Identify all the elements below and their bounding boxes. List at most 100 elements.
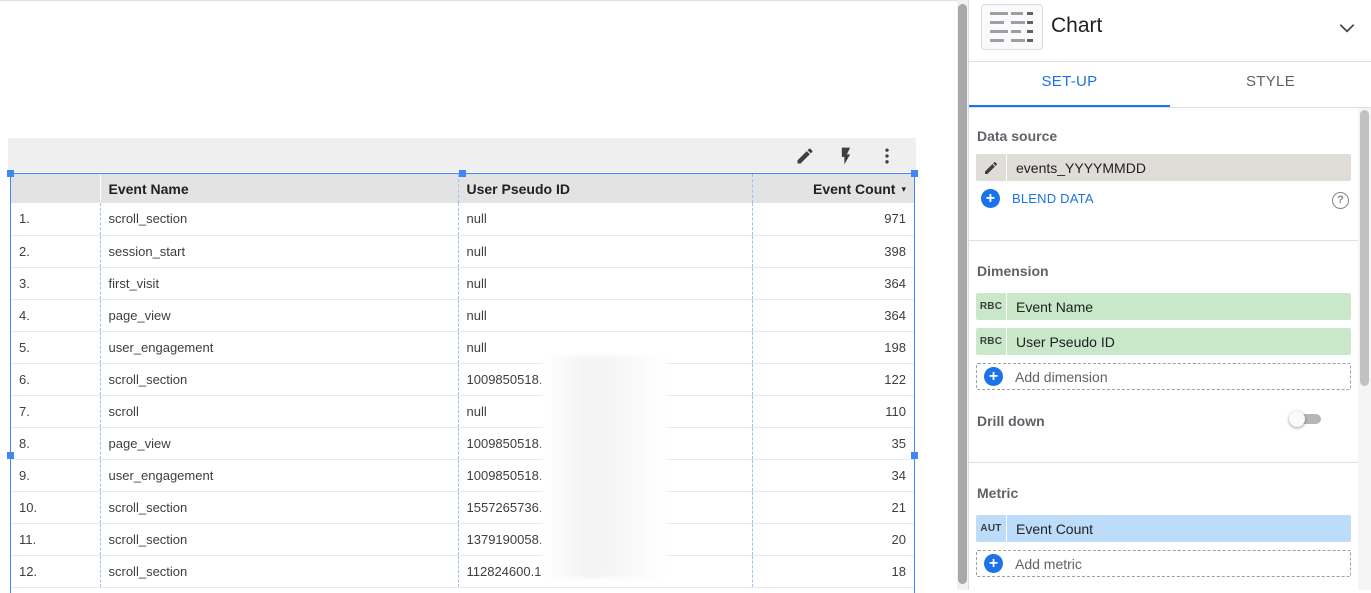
help-icon[interactable]: ? bbox=[1332, 192, 1349, 209]
add-circle-icon: + bbox=[981, 189, 1000, 208]
event-name-cell: user_engagement bbox=[99, 331, 458, 363]
panel-title: Chart bbox=[1051, 14, 1103, 37]
table-row[interactable]: 2. session_start null 398 bbox=[11, 235, 914, 267]
panel-scrollbar-thumb[interactable] bbox=[1360, 110, 1369, 386]
event-name-cell: scroll_section bbox=[99, 491, 458, 523]
pencil-icon[interactable] bbox=[976, 154, 1007, 181]
user-pseudo-id-header[interactable]: User Pseudo ID bbox=[457, 174, 752, 203]
aggregation-type-tag[interactable]: AUT bbox=[976, 515, 1007, 542]
table-body: 1. scroll_section null 971 2. session_start nu… bbox=[11, 203, 914, 587]
dimension-chip-user-pseudo-id[interactable]: RBC User Pseudo ID bbox=[976, 328, 1351, 355]
blend-data-button[interactable]: + BLEND DATA bbox=[981, 189, 1094, 208]
add-dimension-button[interactable]: + Add dimension bbox=[976, 363, 1351, 390]
tab-style[interactable]: STYLE bbox=[1170, 62, 1371, 107]
panel-scrollbar[interactable] bbox=[1358, 108, 1371, 590]
table-row[interactable]: 11. scroll_section 1379190058. 20 bbox=[11, 523, 914, 555]
redaction-blur bbox=[542, 356, 668, 578]
table-row[interactable]: 7. scroll null 110 bbox=[11, 395, 914, 427]
chevron-down-icon[interactable] bbox=[1337, 18, 1357, 38]
event-count-cell: 18 bbox=[751, 555, 914, 587]
metric-label: Metric bbox=[977, 485, 1019, 501]
index-header bbox=[11, 174, 101, 203]
event-name-cell: scroll_section bbox=[99, 363, 458, 395]
row-index-cell: 3. bbox=[19, 275, 30, 291]
data-source-name: events_YYYYMMDD bbox=[1016, 159, 1146, 176]
text-type-tag[interactable]: RBC bbox=[976, 328, 1007, 355]
sort-desc-icon[interactable]: ▾ bbox=[901, 184, 906, 194]
canvas-scrollbar[interactable] bbox=[957, 0, 968, 590]
table-row[interactable]: 3. first_visit null 364 bbox=[11, 267, 914, 299]
table-row[interactable]: 10. scroll_section 1557265736. 21 bbox=[11, 491, 914, 523]
row-index-cell: 5. bbox=[19, 339, 30, 355]
more-vert-icon[interactable] bbox=[877, 146, 897, 166]
resize-handle-top-left[interactable] bbox=[7, 170, 14, 177]
event-count-cell: 35 bbox=[751, 427, 914, 459]
lightning-icon[interactable] bbox=[836, 146, 856, 166]
table-chart[interactable]: Event Name User Pseudo ID Event Count ▾ 1… bbox=[10, 173, 915, 593]
table-icon[interactable] bbox=[981, 4, 1043, 50]
event-count-cell: 34 bbox=[751, 459, 914, 491]
table-header-row: Event Name User Pseudo ID Event Count ▾ bbox=[11, 174, 914, 203]
row-index-cell: 9. bbox=[19, 467, 30, 483]
blend-data-label: BLEND DATA bbox=[1012, 191, 1094, 206]
metric-name: Event Count bbox=[1016, 520, 1094, 537]
text-type-tag[interactable]: RBC bbox=[976, 293, 1007, 320]
data-source-label: Data source bbox=[977, 128, 1058, 144]
drill-down-toggle[interactable] bbox=[1289, 411, 1321, 427]
pencil-icon[interactable] bbox=[795, 146, 815, 166]
panel-tabs: SET-UP STYLE bbox=[969, 62, 1371, 108]
add-dimension-label: Add dimension bbox=[1015, 368, 1108, 385]
report-canvas: Event Name User Pseudo ID Event Count ▾ 1… bbox=[0, 0, 957, 593]
tab-setup[interactable]: SET-UP bbox=[969, 62, 1170, 107]
metric-chip-event-count[interactable]: AUT Event Count bbox=[976, 515, 1351, 542]
table-row[interactable]: 12. scroll_section 112824600.1 18 bbox=[11, 555, 914, 587]
row-index-cell: 4. bbox=[19, 307, 30, 323]
data-table: Event Name User Pseudo ID Event Count ▾ 1… bbox=[11, 174, 914, 588]
event-count-cell: 198 bbox=[751, 331, 914, 363]
add-metric-button[interactable]: + Add metric bbox=[976, 550, 1351, 577]
event-name-cell: scroll_section bbox=[99, 203, 458, 235]
resize-handle-top[interactable] bbox=[459, 170, 466, 177]
table-row[interactable]: 6. scroll_section 1009850518. 122 bbox=[11, 363, 914, 395]
event-count-cell: 364 bbox=[751, 267, 914, 299]
user-pseudo-id-cell: null bbox=[457, 203, 752, 235]
row-index-cell: 8. bbox=[19, 435, 30, 451]
table-row[interactable]: 9. user_engagement 1009850518. 34 bbox=[11, 459, 914, 491]
event-name-cell: first_visit bbox=[99, 267, 458, 299]
canvas-scrollbar-thumb[interactable] bbox=[958, 4, 967, 584]
section-divider bbox=[969, 240, 1359, 241]
data-source-chip[interactable]: events_YYYYMMDD bbox=[976, 154, 1351, 181]
dimension-chip-event-name[interactable]: RBC Event Name bbox=[976, 293, 1351, 320]
row-index-cell: 1. bbox=[19, 211, 30, 227]
row-index-cell: 11. bbox=[19, 531, 37, 547]
table-row[interactable]: 1. scroll_section null 971 bbox=[11, 203, 914, 235]
properties-panel: Chart SET-UP STYLE Data source events_YY… bbox=[968, 0, 1371, 590]
user-pseudo-id-cell: null bbox=[457, 267, 752, 299]
user-pseudo-id-cell: null bbox=[457, 299, 752, 331]
resize-handle-left[interactable] bbox=[7, 452, 14, 459]
event-name-header-label: Event Name bbox=[108, 180, 189, 197]
event-count-cell: 110 bbox=[751, 395, 914, 427]
dimension-label: Dimension bbox=[977, 263, 1049, 279]
chart-toolbar bbox=[8, 138, 916, 172]
table-row[interactable]: 8. page_view 1009850518. 35 bbox=[11, 427, 914, 459]
table-row[interactable]: 5. user_engagement null 198 bbox=[11, 331, 914, 363]
add-metric-label: Add metric bbox=[1015, 555, 1082, 572]
table-row[interactable]: 4. page_view null 364 bbox=[11, 299, 914, 331]
dimension-name: User Pseudo ID bbox=[1016, 333, 1115, 350]
event-count-cell: 122 bbox=[751, 363, 914, 395]
resize-handle-top-right[interactable] bbox=[911, 170, 918, 177]
resize-handle-right[interactable] bbox=[911, 452, 918, 459]
panel-header: Chart bbox=[969, 0, 1371, 62]
row-index-cell: 6. bbox=[19, 371, 30, 387]
user-pseudo-id-cell: null bbox=[457, 235, 752, 267]
dimension-name: Event Name bbox=[1016, 298, 1094, 315]
event-count-header[interactable]: Event Count ▾ bbox=[751, 174, 914, 203]
event-name-cell: page_view bbox=[99, 299, 458, 331]
event-name-cell: scroll_section bbox=[99, 523, 458, 555]
event-count-cell: 364 bbox=[751, 299, 914, 331]
user-pseudo-id-header-label: User Pseudo ID bbox=[466, 180, 570, 197]
event-count-cell: 20 bbox=[751, 523, 914, 555]
event-name-header[interactable]: Event Name bbox=[99, 174, 458, 203]
setup-panel-body: Data source events_YYYYMMDD + BLEND DATA… bbox=[969, 108, 1359, 590]
